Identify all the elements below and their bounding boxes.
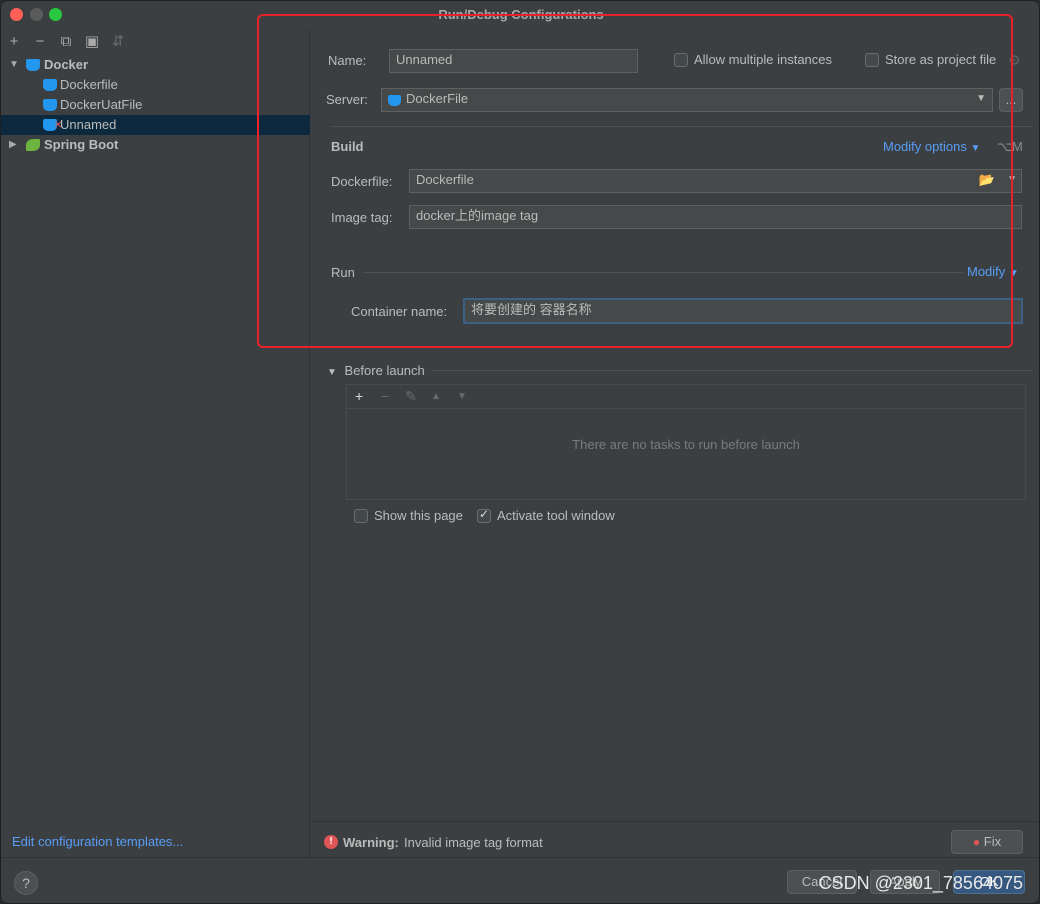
- tree-item-label: Unnamed: [60, 117, 117, 132]
- window-title: Run/Debug Configurations: [438, 7, 604, 22]
- divider: [331, 126, 1033, 127]
- gear-icon[interactable]: ⚙: [1008, 52, 1021, 69]
- run-section-header: Run: [331, 265, 355, 280]
- store-as-project-file-label: Store as project file: [885, 52, 997, 67]
- warning-icon: !: [324, 835, 338, 849]
- chevron-down-icon: ▼: [976, 93, 986, 104]
- tree-item-spring-boot[interactable]: ▶ Spring Boot: [1, 135, 310, 155]
- name-label: Name:: [328, 53, 367, 68]
- image-tag-label: Image tag:: [331, 210, 393, 225]
- allow-multiple-instances-label: Allow multiple instances: [694, 52, 833, 67]
- configuration-tree: ▼ Docker Dockerfile DockerUatFile ✕ Unna…: [1, 55, 310, 155]
- sort-icon[interactable]: ⇵: [108, 32, 128, 52]
- dockerfile-label: Dockerfile:: [331, 174, 393, 189]
- divider: [431, 370, 1033, 371]
- remove-icon[interactable]: −: [30, 32, 50, 52]
- title-bar: Run/Debug Configurations: [1, 1, 1039, 29]
- warning-message: Invalid image tag format: [404, 835, 543, 850]
- chevron-right-icon[interactable]: ▶: [9, 135, 17, 155]
- add-task-icon[interactable]: +: [355, 388, 363, 404]
- run-modify-link[interactable]: Modify ▼: [967, 264, 1019, 279]
- chevron-down-icon: ▼: [970, 143, 981, 154]
- server-select-value: DockerFile: [406, 91, 469, 106]
- spring-boot-icon: [26, 139, 40, 151]
- container-name-input[interactable]: 将要创建的 容器名称: [463, 298, 1023, 324]
- build-section-header: Build: [331, 139, 364, 154]
- bulb-icon: ●: [972, 835, 981, 849]
- activate-tool-window-checkbox[interactable]: [477, 507, 491, 523]
- activate-tool-window-label: Activate tool window: [497, 508, 615, 523]
- docker-icon: [26, 59, 40, 71]
- before-launch-toolbar: + − ✎ ▲ ▼: [347, 385, 1025, 409]
- fix-button[interactable]: ● Fix: [951, 830, 1023, 854]
- remove-task-icon[interactable]: −: [381, 388, 389, 404]
- store-as-project-file-checkbox[interactable]: [865, 53, 879, 67]
- before-launch-task-list: + − ✎ ▲ ▼ There are no tasks to run befo…: [346, 384, 1026, 500]
- divider: [311, 821, 1039, 822]
- tree-item-dockerfile[interactable]: Dockerfile: [1, 75, 310, 95]
- tree-item-label: DockerUatFile: [60, 97, 143, 112]
- move-down-icon[interactable]: ▼: [457, 391, 467, 402]
- tree-item-label: Spring Boot: [44, 137, 119, 152]
- chevron-down-icon[interactable]: ▼: [1007, 170, 1017, 190]
- chevron-down-icon: ▼: [327, 367, 337, 378]
- show-this-page-checkbox[interactable]: [354, 509, 368, 523]
- docker-icon: [43, 99, 57, 111]
- tree-item-unnamed[interactable]: ✕ Unnamed: [1, 115, 310, 135]
- csdn-watermark: CSDN @2301_78564075: [818, 873, 1023, 893]
- warning-label: Warning:: [343, 835, 399, 850]
- tree-item-label: Docker: [44, 57, 89, 72]
- name-input[interactable]: Unnamed: [389, 49, 638, 73]
- server-select[interactable]: DockerFile ▼: [381, 88, 993, 112]
- chevron-down-icon[interactable]: ▼: [9, 55, 19, 75]
- container-name-label: Container name:: [351, 304, 448, 319]
- dockerfile-input[interactable]: Dockerfile 📂 ▼: [409, 169, 1022, 193]
- before-launch-title: Before launch: [344, 363, 425, 378]
- before-launch-toggle[interactable]: ▼ Before launch: [327, 363, 425, 378]
- tree-item-label: Dockerfile: [60, 77, 118, 92]
- modify-options-shortcut: ⌥M: [997, 139, 1023, 154]
- copy-icon[interactable]: ⧉: [56, 32, 76, 52]
- image-tag-input[interactable]: docker上的image tag: [409, 205, 1022, 229]
- allow-multiple-instances-checkbox[interactable]: [674, 53, 688, 67]
- move-up-icon[interactable]: ▲: [431, 391, 441, 402]
- server-label: Server:: [326, 92, 368, 107]
- docker-icon: [43, 79, 57, 91]
- dockerfile-value: Dockerfile: [416, 172, 474, 187]
- server-more-button[interactable]: ...: [999, 88, 1023, 112]
- run-modify-label: Modify: [967, 264, 1006, 279]
- divider: [363, 272, 963, 273]
- folder-icon[interactable]: ▣: [82, 32, 102, 52]
- sidebar-toolbar: + − ⧉ ▣ ⇵: [1, 29, 310, 55]
- edit-configuration-templates-link[interactable]: Edit configuration templates...: [12, 834, 183, 849]
- modify-options-label: Modify options: [883, 139, 967, 154]
- modify-options-link[interactable]: Modify options ▼: [883, 139, 980, 154]
- edit-task-icon[interactable]: ✎: [405, 388, 417, 405]
- help-button[interactable]: ?: [14, 871, 38, 895]
- configurations-sidebar: + − ⧉ ▣ ⇵ ▼ Docker Dockerfile DockerUatF…: [1, 29, 310, 857]
- configuration-form: Name: Unnamed Allow multiple instances S…: [311, 29, 1039, 857]
- docker-icon: [388, 95, 401, 106]
- show-this-page-label: Show this page: [374, 508, 463, 523]
- folder-icon[interactable]: 📂: [979, 170, 995, 190]
- fix-button-label: Fix: [983, 834, 1002, 849]
- tree-item-docker[interactable]: ▼ Docker: [1, 55, 310, 75]
- add-icon[interactable]: +: [4, 32, 24, 52]
- tree-item-dockeruatfile[interactable]: DockerUatFile: [1, 95, 310, 115]
- chevron-down-icon: ▼: [1008, 268, 1019, 279]
- empty-tasks-message: There are no tasks to run before launch: [572, 437, 800, 452]
- run-debug-configurations-window: Run/Debug Configurations + − ⧉ ▣ ⇵ ▼ Doc…: [0, 0, 1040, 904]
